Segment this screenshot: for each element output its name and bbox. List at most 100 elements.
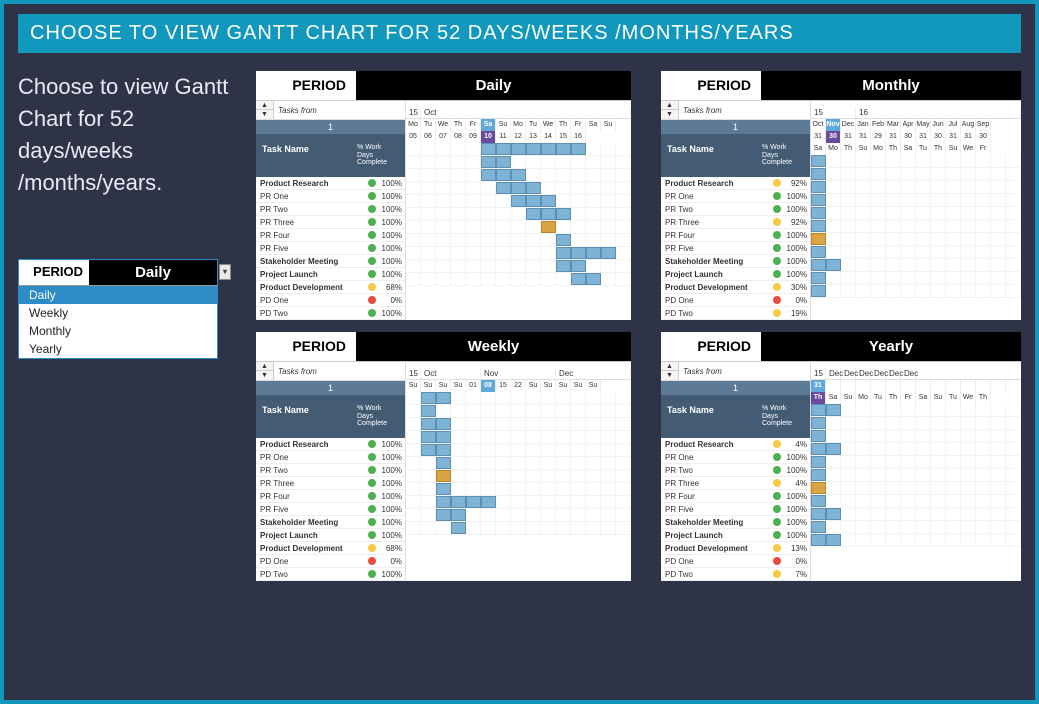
gantt-cell	[421, 392, 436, 404]
task-name: PR Three	[256, 479, 365, 488]
gantt-cell	[901, 469, 916, 481]
nav-up-icon[interactable]: ▲	[661, 101, 678, 110]
task-row: PR Three92%	[661, 216, 810, 229]
gantt-h3-day: Mo	[871, 143, 886, 155]
gantt-cell	[1006, 220, 1021, 232]
gantt-cell	[871, 259, 886, 271]
gantt-cell	[526, 444, 541, 456]
gantt-cell	[601, 208, 616, 220]
gantt-cell	[406, 169, 421, 181]
nav-up-icon[interactable]: ▲	[661, 362, 678, 371]
task-name: PR Four	[256, 492, 365, 501]
task-row: PR Five100%	[256, 242, 405, 255]
task-name: Product Research	[661, 440, 770, 449]
dropdown-value[interactable]: Daily ▾	[89, 260, 217, 285]
gantt-cell	[856, 233, 871, 245]
gantt-cell	[931, 194, 946, 206]
gantt-h3: 08	[451, 131, 466, 143]
nav-down-icon[interactable]: ▼	[256, 110, 273, 119]
nav-down-icon[interactable]: ▼	[256, 371, 273, 380]
gantt-cell	[496, 444, 511, 456]
gantt-h3-day: We	[961, 143, 976, 155]
gantt-cell	[841, 285, 856, 297]
task-start-number: 1	[661, 120, 810, 134]
gantt-cell	[811, 508, 826, 520]
status-dot	[368, 440, 376, 448]
gantt-cell	[466, 392, 481, 404]
gantt-cell	[871, 495, 886, 507]
gantt-cell	[421, 418, 436, 430]
gantt-cell	[466, 195, 481, 207]
dropdown-item-yearly[interactable]: Yearly	[19, 340, 217, 358]
gantt-cell	[496, 195, 511, 207]
gantt-h2: Su	[541, 380, 556, 392]
gantt-cell	[1006, 430, 1021, 442]
gantt-cell	[541, 470, 556, 482]
gantt-cell	[931, 404, 946, 416]
gantt-cell	[601, 509, 616, 521]
chart-monthly: PERIODMonthly▲▼Tasks from1Task Name% Wor…	[661, 71, 1021, 320]
gantt-cell	[976, 246, 991, 258]
task-row: PR Three100%	[256, 477, 405, 490]
gantt-cell	[526, 431, 541, 443]
gantt-cell	[931, 155, 946, 167]
gantt-cell	[496, 221, 511, 233]
gantt-cell	[946, 168, 961, 180]
gantt-cell	[991, 508, 1006, 520]
gantt-h2: Sep	[976, 119, 991, 131]
period-label: PERIOD	[661, 332, 761, 361]
status-dot	[368, 192, 376, 200]
gantt-h2	[931, 380, 946, 392]
dropdown-item-daily[interactable]: Daily	[19, 286, 217, 304]
chart-weekly: PERIODWeekly▲▼Tasks from1Task Name% Work…	[256, 332, 631, 581]
gantt-cell	[901, 443, 916, 455]
gantt-cell	[436, 483, 451, 495]
nav-down-icon[interactable]: ▼	[661, 110, 678, 119]
gantt-cell	[421, 509, 436, 521]
task-name: PD Two	[661, 309, 770, 318]
nav-up-icon[interactable]: ▲	[256, 101, 273, 110]
gantt-cell	[856, 534, 871, 546]
gantt-h3-day: Th	[931, 143, 946, 155]
gantt-cell	[421, 470, 436, 482]
gantt-cell	[571, 496, 586, 508]
gantt-cell	[841, 430, 856, 442]
gantt-cell	[556, 509, 571, 521]
gantt-cell	[991, 220, 1006, 232]
task-pct: 0%	[784, 296, 810, 305]
task-pct: 100%	[784, 231, 810, 240]
gantt-cell	[811, 456, 826, 468]
chevron-down-icon[interactable]: ▾	[219, 264, 231, 280]
gantt-cell	[481, 483, 496, 495]
dropdown-list: Daily Weekly Monthly Yearly	[19, 286, 217, 358]
gantt-cell	[466, 169, 481, 181]
task-row: PR Two100%	[661, 464, 810, 477]
gantt-cell	[976, 259, 991, 271]
gantt-cell	[526, 169, 541, 181]
gantt-row	[811, 521, 1021, 534]
task-pct: 100%	[784, 192, 810, 201]
gantt-cell	[916, 534, 931, 546]
gantt-cell	[541, 496, 556, 508]
nav-down-icon[interactable]: ▼	[661, 371, 678, 380]
gantt-cell	[886, 259, 901, 271]
gantt-cell	[556, 483, 571, 495]
status-dot	[773, 179, 781, 187]
task-pct: 100%	[784, 466, 810, 475]
gantt-cell	[826, 495, 841, 507]
period-dropdown[interactable]: PERIOD Daily ▾ Daily Weekly Monthly Year…	[18, 259, 218, 359]
nav-up-icon[interactable]: ▲	[256, 362, 273, 371]
gantt-row	[406, 156, 631, 169]
status-dot	[368, 244, 376, 252]
gantt-cell	[901, 495, 916, 507]
period-label: PERIOD	[661, 71, 761, 100]
gantt-row	[406, 470, 631, 483]
dropdown-item-weekly[interactable]: Weekly	[19, 304, 217, 322]
gantt-cell	[841, 417, 856, 429]
dropdown-item-monthly[interactable]: Monthly	[19, 322, 217, 340]
gantt-cell	[811, 207, 826, 219]
status-dot	[773, 440, 781, 448]
gantt-cell	[856, 404, 871, 416]
gantt-cell	[991, 155, 1006, 167]
gantt-cell	[976, 404, 991, 416]
